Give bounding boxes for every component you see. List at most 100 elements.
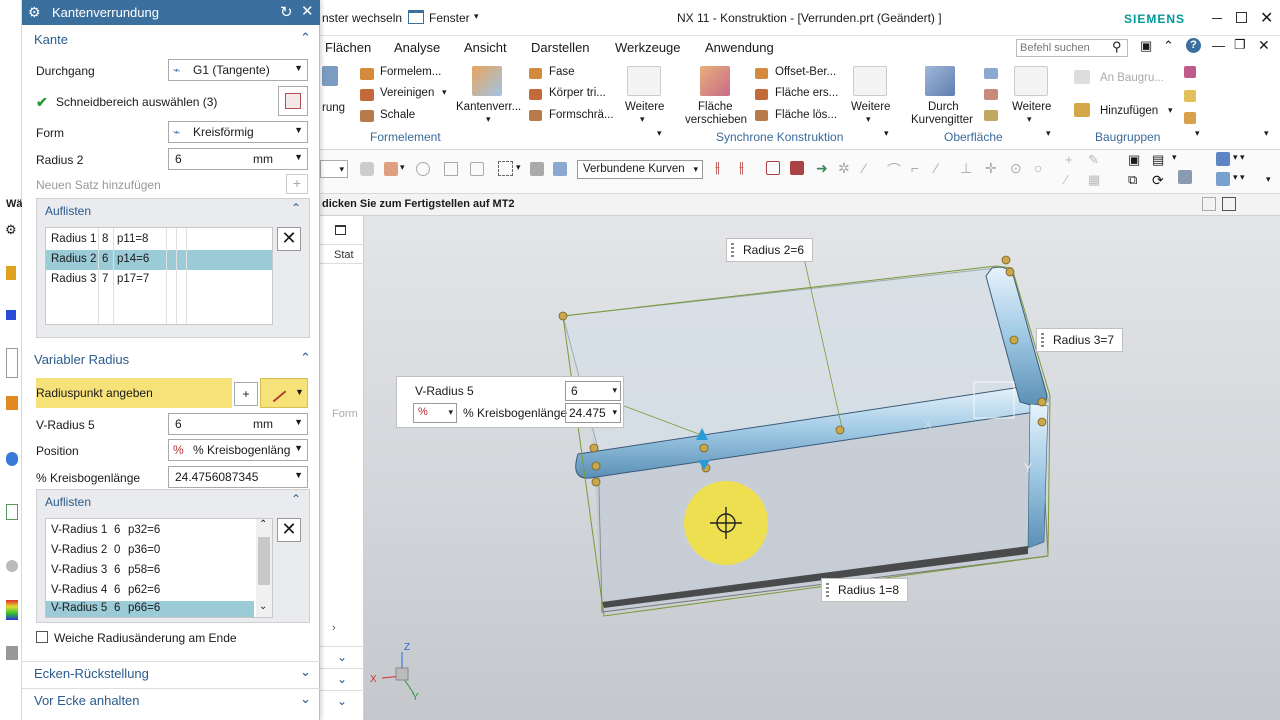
list-item[interactable]: Radius 1 8 p11=8 <box>46 230 272 250</box>
menu-werkzeuge[interactable]: Werkzeuge <box>615 40 681 55</box>
formelement-button[interactable]: Formelem... <box>380 66 441 78</box>
position-dropdown[interactable]: % % Kreisbogenläng ▼ <box>168 439 308 461</box>
verschieben-label[interactable]: verschieben <box>685 114 747 126</box>
point-type-dropdown[interactable]: ▼ <box>260 378 308 408</box>
hinzufuegen-button[interactable]: Hinzufügen <box>1100 105 1158 117</box>
radius-1-callout[interactable]: Radius 1=8 <box>821 578 909 602</box>
chevron-down-icon[interactable]: ⌄ <box>300 664 311 680</box>
curve-icon[interactable] <box>416 162 430 176</box>
layout-icon[interactable]: ▣ <box>1140 38 1152 54</box>
minimize-icon[interactable] <box>1212 18 1222 19</box>
restore-doc-icon[interactable]: ❐ <box>1234 37 1246 53</box>
durch-label[interactable]: Durch <box>928 101 959 113</box>
partial-button-label[interactable]: rung <box>322 102 345 114</box>
navigator-scroll-right-icon[interactable]: › <box>332 622 336 634</box>
kantenverrundung-button[interactable]: Kantenverr... <box>456 101 521 113</box>
chevron-down-icon[interactable]: ▾ <box>884 128 889 139</box>
fenster-menu[interactable]: Fenster <box>429 11 470 25</box>
kante-list[interactable]: Radius 1 8 p11=8 Radius 2 6 p14=6 Radius… <box>45 227 273 325</box>
radius-2-callout[interactable]: Radius 2=6 <box>726 238 814 262</box>
radiuspunkt-row[interactable]: Radiuspunkt angeben <box>36 378 232 408</box>
status-icon-2[interactable] <box>1222 197 1236 211</box>
body-icon[interactable] <box>530 162 544 176</box>
stop-at-intersection-icon[interactable]: ⫲ <box>739 159 744 176</box>
kante-section-header[interactable]: Kante ⌃ <box>22 28 320 52</box>
part-navigator-icon[interactable] <box>6 266 16 280</box>
navigator-expand-icon[interactable]: ⌄ <box>320 690 364 710</box>
chevron-down-icon[interactable]: ▾ <box>442 87 447 98</box>
reset-icon[interactable]: ↻ <box>280 3 293 21</box>
menu-analyse[interactable]: Analyse <box>394 40 440 55</box>
vradius-input[interactable]: 6 mm ▼ <box>168 413 308 435</box>
graphics-window[interactable]: Y X Z X Y Radius 2=6 Radius 3=7 Radius 1… <box>364 216 1280 720</box>
offset-bereich-button[interactable]: Offset-Ber... <box>775 66 836 78</box>
ecken-section-header[interactable]: Ecken-Rückstellung ⌄ <box>22 661 320 685</box>
schneidbereich-label[interactable]: Schneidbereich auswählen (3) <box>56 95 217 109</box>
tangent-icon[interactable]: ⫲ <box>715 159 720 176</box>
radius-3-callout[interactable]: Radius 3=7 <box>1036 328 1124 352</box>
maximize-icon[interactable] <box>1236 12 1247 23</box>
chevron-down-icon[interactable]: ▾ <box>516 162 521 173</box>
list-item[interactable]: V-Radius 4 6 p62=6 <box>46 581 254 601</box>
flaeche-verschieben-icon[interactable] <box>700 66 730 96</box>
navigator-expand-icon[interactable]: ⌄ <box>320 646 364 666</box>
rotate-icon[interactable]: ⟳ <box>1152 172 1164 189</box>
midpoint-icon[interactable]: ∕ <box>935 160 937 176</box>
position-type-dropdown[interactable]: % ▾ <box>413 403 457 423</box>
grid-icon[interactable]: ▦ <box>1088 172 1100 188</box>
control-point-icon[interactable]: ⊥ <box>960 160 972 177</box>
arc-icon[interactable]: ⌒ <box>887 160 901 180</box>
menu-darstellen[interactable]: Darstellen <box>531 40 590 55</box>
chevron-down-icon[interactable]: ⌄ <box>300 691 311 707</box>
chevron-down-icon[interactable]: ▾ <box>1172 152 1177 163</box>
close-doc-icon[interactable]: ✕ <box>1258 37 1270 54</box>
close-icon[interactable]: ✕ <box>1260 8 1273 28</box>
quadrant-icon[interactable]: ○ <box>1034 160 1042 176</box>
flaeche-loeschen-button[interactable]: Fläche lös... <box>775 109 837 121</box>
chain-icon[interactable] <box>790 161 804 175</box>
menu-flaechen[interactable]: Flächen <box>325 40 371 55</box>
view-icon[interactable]: ▤ <box>1152 152 1164 168</box>
assembly-navigator-icon[interactable] <box>6 310 16 320</box>
curve-rule-dropdown[interactable]: Verbundene Kurven ▾ <box>577 160 703 179</box>
list-item[interactable]: V-Radius 5 6 p66=6 <box>46 601 254 617</box>
vradius-popup-value[interactable]: 6 ▾ <box>565 381 621 401</box>
shape-icon[interactable] <box>322 66 338 86</box>
add-point-icon[interactable]: + <box>1065 152 1073 167</box>
an-baugruppe-button[interactable]: An Baugru... <box>1100 72 1164 84</box>
chevron-down-icon[interactable]: ▾ <box>657 128 662 139</box>
kurvengitter-label[interactable]: Kurvengitter <box>911 114 973 126</box>
model-canvas[interactable]: Y X Z X Y <box>364 216 1280 720</box>
chevron-down-icon[interactable]: ▾ <box>400 162 405 173</box>
intersection-icon[interactable]: ✛ <box>985 160 997 177</box>
scroll-down-icon[interactable]: ⌄ <box>259 601 267 612</box>
assembly-icon-1[interactable] <box>1184 66 1196 78</box>
solid-icon[interactable] <box>553 162 567 176</box>
kreisbogen-input[interactable]: 24.4756087345 ▼ <box>168 466 308 488</box>
kreisbogen-popup-value[interactable]: 24.475 ▾ <box>565 403 621 423</box>
list-item[interactable]: V-Radius 3 6 p58=6 <box>46 561 254 581</box>
variabler-section-header[interactable]: Variabler Radius ⌃ <box>22 348 320 372</box>
weitere-button-2[interactable]: Weitere <box>851 101 890 113</box>
chevron-down-icon[interactable]: ▾ <box>474 11 479 22</box>
end-point-icon[interactable]: ⌐ <box>911 160 919 176</box>
radius-input[interactable]: 6 mm ▼ <box>168 148 308 170</box>
point-dialog-button[interactable]: + <box>234 382 258 406</box>
assembly-icon-3[interactable] <box>1184 112 1196 124</box>
line-icon[interactable]: ⁄ <box>863 160 865 176</box>
kantenverrundung-icon[interactable] <box>472 66 502 96</box>
fit-icon[interactable]: ▣ <box>1128 152 1140 168</box>
navigator-expand-icon[interactable]: ⌄ <box>320 668 364 688</box>
chevron-down-icon[interactable]: ▾ <box>1266 174 1271 185</box>
chevron-up-icon[interactable]: ⌃ <box>300 350 311 366</box>
web-browser-icon[interactable] <box>6 504 18 520</box>
face-icon[interactable] <box>470 162 484 176</box>
menu-anwendung[interactable]: Anwendung <box>705 40 774 55</box>
chevron-down-icon[interactable]: ▾ <box>1046 128 1051 139</box>
chevron-up-icon[interactable]: ⌃ <box>300 30 311 46</box>
line-tool-icon[interactable]: ⁄ <box>1065 172 1067 187</box>
select-icon[interactable] <box>384 162 398 176</box>
settings-icon[interactable]: ⚙ <box>5 222 17 238</box>
status-icon-1[interactable] <box>1202 197 1216 211</box>
vradius-list[interactable]: V-Radius 1 6 p32=6 V-Radius 2 0 p36=0 V-… <box>45 518 273 618</box>
